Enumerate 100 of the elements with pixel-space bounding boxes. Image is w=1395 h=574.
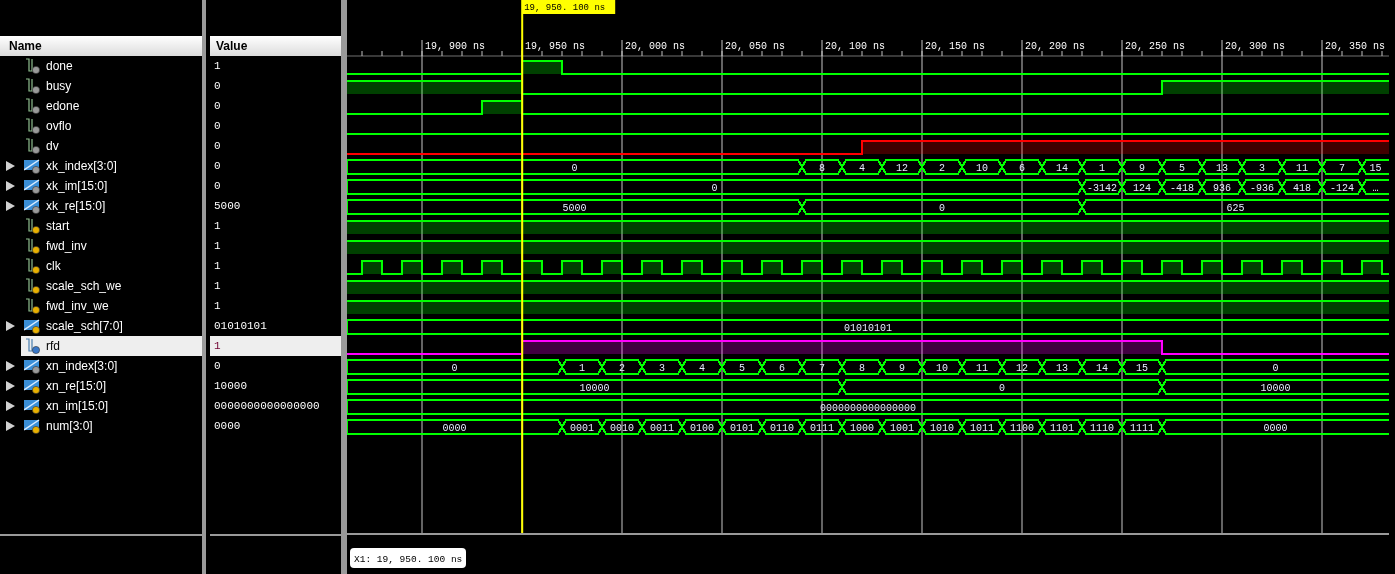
bus-segment-outline [1040, 359, 1084, 375]
bus-value: 11 [1296, 163, 1308, 174]
signal-name: start [46, 218, 70, 235]
signal-name-row[interactable]: done [21, 56, 202, 76]
signal-name-row[interactable]: scale_sch_we [21, 276, 202, 296]
bus-value: 3 [1259, 163, 1265, 174]
signal-name: dv [46, 138, 59, 155]
signal-name: scale_sch[7:0] [46, 318, 123, 335]
signal-name-row[interactable]: rfd [21, 336, 202, 356]
signal-name-row[interactable]: fwd_inv_we [21, 296, 202, 316]
bus-value: 9 [899, 363, 905, 374]
signal-name-row[interactable]: edone [21, 96, 202, 116]
signal-value: 0 [214, 78, 221, 94]
time-label: 20, 350 ns [1325, 41, 1385, 52]
signal-name-row[interactable]: dv [21, 136, 202, 156]
signal-name-row[interactable]: clk [21, 256, 202, 276]
bus-segment-outline [760, 419, 804, 435]
signal-name-row[interactable]: xk_im[15:0] [21, 176, 202, 196]
time-label: 20, 150 ns [925, 41, 985, 52]
signal-name: xn_index[3:0] [46, 358, 118, 375]
signal-name: xk_re[15:0] [46, 198, 106, 215]
signal-name-row[interactable]: xn_index[3:0] [21, 356, 202, 376]
expand-arrow-icon[interactable] [6, 381, 15, 391]
marker-readout: X1: 19, 950. 100 ns [350, 548, 466, 568]
bus-value: 1110 [1090, 423, 1114, 434]
signal-name-row[interactable]: ovflo [21, 116, 202, 136]
signal-name-row[interactable]: busy [21, 76, 202, 96]
bus-segment-outline [1280, 159, 1324, 175]
signal-name-row[interactable]: num[3:0] [21, 416, 202, 436]
bus-value: 0000 [1263, 423, 1288, 434]
bus-value: 0 [451, 363, 458, 374]
bus-value: 14 [1096, 363, 1108, 374]
bus-segment-outline [920, 419, 964, 435]
signal-value: 1 [214, 238, 221, 254]
bus-value: 10 [976, 163, 988, 174]
bus-segment-outline [1160, 179, 1204, 195]
signal-name: busy [46, 78, 72, 95]
bus-value: 6 [779, 363, 785, 374]
signal-name: xn_re[15:0] [46, 378, 107, 395]
bus-value: 418 [1293, 183, 1311, 194]
bus-segment-outline [1000, 359, 1044, 375]
bus-segment-outline [840, 419, 884, 435]
expand-arrow-icon[interactable] [6, 421, 15, 431]
bus-value: 1 [579, 363, 585, 374]
signal-value: 1 [214, 278, 221, 294]
bus-segment-outline [960, 419, 1004, 435]
bus-value: 10 [936, 363, 948, 374]
bus-value: 6 [1019, 163, 1025, 174]
signal-value: 10000 [214, 378, 247, 394]
bus-value: 5000 [562, 203, 587, 214]
bus-segment-outline [920, 359, 964, 375]
expand-arrow-icon[interactable] [6, 181, 15, 191]
bus-segment-outline [1240, 159, 1284, 175]
bus-value: 0 [999, 383, 1005, 394]
expand-arrow-icon[interactable] [6, 401, 15, 411]
signal-value: 0 [214, 178, 221, 194]
bus-value: 0 [711, 183, 718, 194]
bus-value: 1011 [970, 423, 994, 434]
expand-arrow-icon[interactable] [6, 161, 15, 171]
bus-value: 4 [859, 163, 865, 174]
time-label: 20, 250 ns [1125, 41, 1185, 52]
time-label: 20, 200 ns [1025, 41, 1085, 52]
expand-arrow-icon[interactable] [6, 321, 15, 331]
bus-segment-outline [1000, 159, 1044, 175]
bus-value: 0001 [570, 423, 594, 434]
signal-value: 0 [214, 98, 221, 114]
expand-arrow-icon[interactable] [6, 361, 15, 371]
bus-value: 1000 [850, 423, 874, 434]
cursor-line[interactable] [521, 13, 524, 534]
bus-value: 1 [1099, 163, 1105, 174]
bus-value: 11 [976, 363, 988, 374]
column-header[interactable]: Name [0, 36, 202, 56]
bus-value: 8 [859, 363, 865, 374]
bus-value: 15 [1136, 363, 1148, 374]
column-header[interactable]: Value [210, 36, 341, 56]
bus-segment-outline [720, 419, 764, 435]
signal-name-row[interactable]: xn_im[15:0] [21, 396, 202, 416]
bus-value: -418 [1170, 183, 1194, 194]
signal-name: scale_sch_we [46, 278, 122, 295]
signal-value: 5000 [214, 198, 241, 214]
signal-value: 1 [214, 258, 221, 274]
bus-segment-outline [1280, 179, 1324, 195]
bus-value: 15 [1369, 163, 1382, 174]
signal-name: done [46, 58, 73, 75]
bus-value: 0 [1272, 363, 1279, 374]
signal-value: 0 [214, 118, 221, 134]
bus-segment-outline [920, 159, 964, 175]
signal-name-row[interactable]: xk_index[3:0] [21, 156, 202, 176]
bus-value: 4 [699, 363, 705, 374]
bus-value: 124 [1133, 183, 1151, 194]
signal-name: fwd_inv [46, 238, 87, 255]
signal-name-row[interactable]: xk_re[15:0] [21, 196, 202, 216]
signal-name-row[interactable]: scale_sch[7:0] [21, 316, 202, 336]
bus-value: 13 [1056, 363, 1068, 374]
expand-arrow-icon[interactable] [6, 201, 15, 211]
bus-value: 1100 [1010, 423, 1034, 434]
bus-segment-outline [720, 359, 764, 375]
signal-name-row[interactable]: fwd_inv [21, 236, 202, 256]
signal-name-row[interactable]: start [21, 216, 202, 236]
signal-name-row[interactable]: xn_re[15:0] [21, 376, 202, 396]
